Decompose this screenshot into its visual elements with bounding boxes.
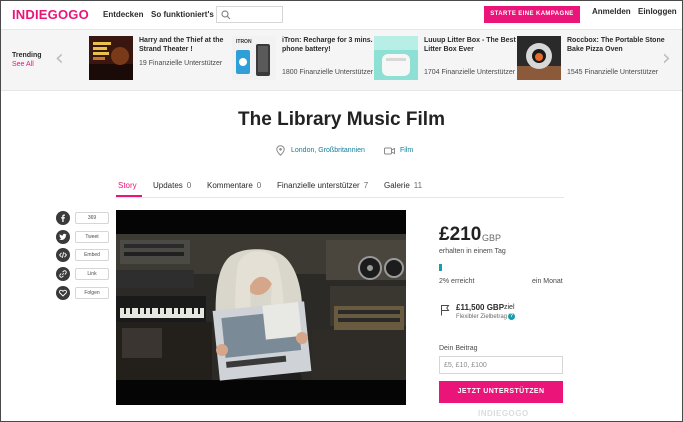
help-icon[interactable]: ? (508, 313, 515, 320)
trending-backers: 1545 Finanzielle Unterstützer (567, 69, 659, 76)
tab-count: 0 (256, 181, 262, 190)
trending-thumbnail (374, 36, 418, 80)
project-title: The Library Music Film (238, 109, 445, 130)
project-location-link[interactable]: London, Großbritannien (291, 147, 365, 154)
embed-button: Embed (75, 249, 109, 261)
tab-count: 0 (186, 181, 192, 190)
login-link[interactable]: Anmelden (592, 7, 631, 16)
follow-button: Folgen (75, 287, 109, 299)
search-input[interactable] (216, 6, 283, 23)
heart-icon (56, 286, 70, 300)
tab-gallery[interactable]: Galerie 11 (384, 181, 422, 190)
tab-story[interactable]: Story (118, 181, 137, 190)
trending-card[interactable]: ITRON iTron: Recharge for 3 mins. for 1 … (232, 36, 392, 86)
location-pin-icon (276, 145, 285, 156)
chevron-left-icon[interactable]: ‹ (55, 46, 64, 71)
tab-label: Kommentare (207, 181, 253, 190)
tab-count: 7 (363, 181, 369, 190)
tab-backers[interactable]: Finanzielle unterstützer 7 (277, 181, 368, 190)
search-icon (221, 10, 231, 20)
trending-card[interactable]: Roccbox: The Portable Stone Bake Pizza O… (517, 36, 677, 86)
nav-how-it-works[interactable]: So funktioniert's (151, 10, 214, 19)
raised-currency: GBP (482, 233, 502, 243)
funding-goal-suffix: ziel (504, 304, 515, 311)
trending-thumbnail (517, 36, 561, 80)
tab-label: Updates (153, 181, 183, 190)
tab-label: Story (118, 181, 137, 190)
tab-comments[interactable]: Kommentare 0 (207, 181, 261, 190)
video-camera-icon (384, 147, 395, 155)
nav-explore[interactable]: Entdecken (103, 10, 143, 19)
tab-updates[interactable]: Updates 0 (153, 181, 191, 190)
tweet-button: Tweet (75, 231, 109, 243)
trending-card[interactable]: Harry and the Thief at the Strand Theate… (89, 36, 249, 86)
flexible-goal-label: Flexibler Zielbetrag (456, 314, 508, 320)
contribution-input[interactable] (439, 356, 563, 374)
funding-progress-fill (439, 264, 442, 271)
trending-backers: 19 Finanzielle Unterstützer (139, 60, 223, 67)
raised-amount: £210 (439, 224, 482, 245)
time-remaining: ein Monat (532, 278, 563, 285)
signup-link[interactable]: Einloggen (638, 7, 677, 16)
itron-thumb-text: ITRON (236, 39, 252, 45)
see-all-link[interactable]: See All (12, 61, 34, 68)
trending-title: Luuup Litter Box - The Best Cat Litter B… (424, 37, 529, 53)
tab-label: Finanzielle unterstützer (277, 181, 360, 190)
project-category-link[interactable]: Film (400, 147, 413, 154)
flag-icon (441, 305, 450, 316)
tab-count: 11 (413, 181, 423, 190)
contribution-label: Dein Beitrag (439, 345, 478, 352)
link-button: Link (75, 268, 109, 280)
project-video[interactable] (116, 210, 406, 405)
trending-thumbnail (89, 36, 133, 80)
percent-funded: 2% erreicht (439, 278, 475, 285)
funding-progress-bar (439, 264, 563, 271)
funding-goal: £11,500 GBP (456, 303, 505, 312)
facebook-icon (56, 211, 70, 225)
trending-title: Roccbox: The Portable Stone Bake Pizza O… (567, 37, 665, 53)
trending-backers: 1704 Finanzielle Unterstützer (424, 69, 516, 76)
share-count: 369 (75, 212, 109, 224)
link-icon (56, 267, 70, 281)
indiegogo-logo[interactable]: INDIEGOGO (12, 7, 89, 22)
video-frame-image (116, 210, 406, 405)
top-header: INDIEGOGO Entdecken So funktioniert's ST… (1, 1, 682, 30)
trending-backers: 1800 Finanzielle Unterstützer (282, 69, 374, 76)
trending-label: Trending (12, 52, 42, 59)
raised-timeframe: erhalten in einem Tag (439, 248, 506, 255)
embed-icon (56, 248, 70, 262)
trending-title: Harry and the Thief at the Strand Theate… (139, 37, 224, 53)
trending-strip: Trending See All ‹ › Harry and the Thief… (1, 30, 682, 91)
tab-label: Galerie (384, 181, 410, 190)
indiegogo-watermark: INDIEGOGO (478, 409, 529, 418)
trending-card[interactable]: Luuup Litter Box - The Best Cat Litter B… (374, 36, 534, 86)
active-tab-indicator (116, 195, 142, 197)
back-it-button[interactable]: JETZT UNTERSTÜTZEN (439, 381, 563, 403)
tab-divider (116, 197, 564, 198)
start-campaign-button[interactable]: STARTE EINE KAMPAGNE (484, 6, 580, 23)
twitter-icon (56, 230, 70, 244)
